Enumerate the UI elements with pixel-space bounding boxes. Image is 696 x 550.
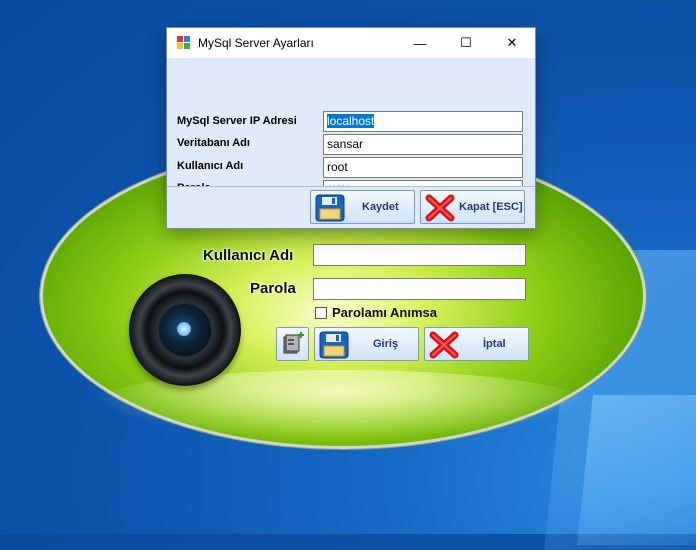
- login-password-label: Parola: [250, 280, 296, 297]
- dialog-footer: Kaydet Kapat [ESC]: [167, 186, 535, 228]
- login-button-label: Giriş: [373, 338, 399, 350]
- mysql-settings-dialog: MySql Server Ayarları — ☐ ✕ MySql Server…: [166, 27, 536, 229]
- remember-password-label[interactable]: Parolamı Anımsa: [332, 305, 437, 320]
- camera-lens-logo: [129, 274, 241, 386]
- close-button[interactable]: Kapat [ESC]: [420, 190, 525, 224]
- maximize-icon: ☐: [460, 35, 472, 50]
- red-x-icon: [425, 194, 455, 222]
- dialog-titlebar[interactable]: MySql Server Ayarları — ☐ ✕: [167, 28, 535, 58]
- server-ip-label: MySql Server IP Adresi: [177, 115, 297, 127]
- lens-glint: [177, 322, 191, 336]
- dialog-title: MySql Server Ayarları: [198, 36, 314, 50]
- server-ip-value: localhost: [327, 114, 375, 128]
- save-button-label: Kaydet: [362, 201, 399, 213]
- dialog-form: MySql Server IP Adresi localhost Veritab…: [167, 58, 535, 201]
- login-username-label: Kullanıcı Adı: [203, 247, 294, 264]
- login-username-input[interactable]: [313, 244, 526, 266]
- server-settings-button[interactable]: [276, 327, 309, 361]
- close-button-label: Kapat [ESC]: [459, 201, 523, 213]
- username-input[interactable]: root: [323, 157, 523, 178]
- login-password-input[interactable]: [313, 278, 526, 300]
- maximize-button[interactable]: ☐: [443, 28, 489, 58]
- server-ip-input[interactable]: localhost: [323, 111, 523, 132]
- minimize-icon: —: [413, 35, 427, 51]
- floppy-disk-icon: [315, 194, 345, 222]
- login-button[interactable]: Giriş: [314, 327, 419, 361]
- close-icon: ✕: [506, 35, 518, 50]
- red-x-icon: [429, 331, 459, 359]
- minimize-button[interactable]: —: [397, 28, 443, 58]
- floppy-disk-icon: [319, 331, 349, 359]
- desktop-light-beam-lower: [577, 395, 696, 545]
- close-window-button[interactable]: ✕: [489, 28, 535, 58]
- database-label: Veritabanı Adı: [177, 137, 250, 149]
- cancel-button-label: İptal: [483, 338, 506, 350]
- save-button[interactable]: Kaydet: [310, 190, 415, 224]
- database-input[interactable]: sansar: [323, 134, 523, 155]
- cancel-button[interactable]: İptal: [424, 327, 529, 361]
- username-label: Kullanıcı Adı: [177, 160, 244, 172]
- app-icon: [177, 36, 190, 49]
- server-settings-icon: [283, 332, 304, 354]
- remember-password-checkbox[interactable]: [315, 307, 327, 319]
